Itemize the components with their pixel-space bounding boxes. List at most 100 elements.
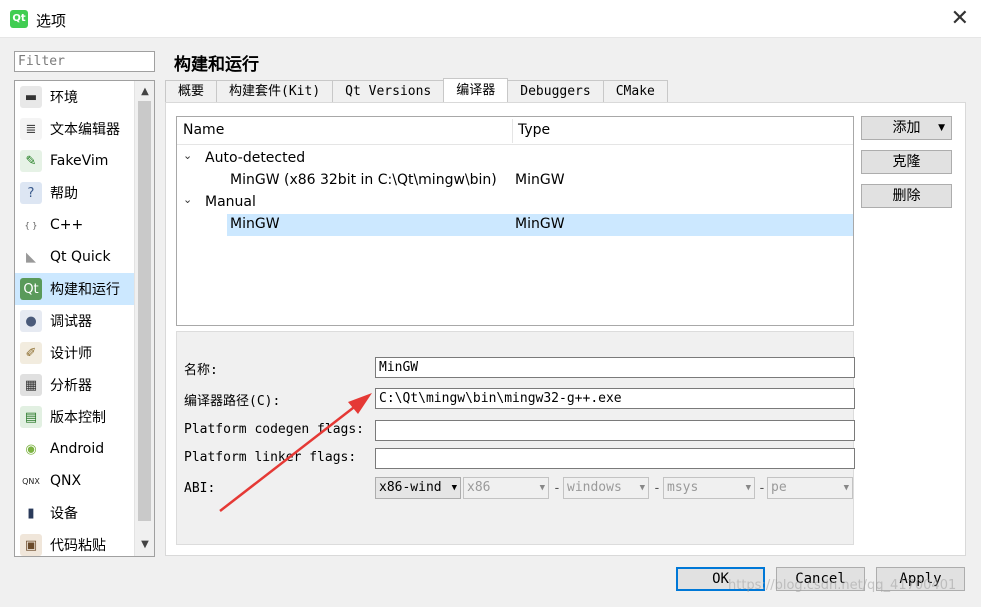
text-editor-icon: ≣ <box>20 118 42 140</box>
sidebar-item[interactable]: ? 帮助 <box>15 177 134 209</box>
abi-select[interactable]: x86-wind ▼ <box>375 477 461 499</box>
sidebar-item-label: QNX <box>50 473 82 489</box>
help-icon: ? <box>20 182 42 204</box>
code-paste-icon: ▣ <box>20 534 42 556</box>
clone-button[interactable]: 克隆 <box>861 150 952 174</box>
device-icon: ▮ <box>20 502 42 524</box>
name-field[interactable]: MinGW <box>375 357 855 378</box>
abi-os-select: windows ▼ <box>563 477 649 499</box>
compiler-type: MinGW <box>515 216 565 232</box>
abi-flavor-value: msys <box>667 480 699 495</box>
tab-qt-versions[interactable]: Qt Versions <box>332 80 445 102</box>
caret-down-icon: ▼ <box>938 123 945 133</box>
remove-button[interactable]: 删除 <box>861 184 952 208</box>
close-icon[interactable]: ✕ <box>951 6 969 31</box>
ok-button[interactable]: OK <box>676 567 765 591</box>
sidebar-item-label: 调试器 <box>50 314 92 330</box>
sidebar-item[interactable]: ● 调试器 <box>15 305 134 337</box>
abi-separator: - <box>653 481 661 496</box>
tree-header: Name Type <box>177 117 853 145</box>
qnx-icon: QNX <box>20 470 42 492</box>
sidebar-item[interactable]: ✎ FakeVim <box>15 145 134 177</box>
add-button-label: 添加 <box>892 120 921 136</box>
sidebar-list: ▬ 环境 ≣ 文本编辑器 ✎ FakeVim ? 帮助 { } C++ ◣ Qt Quick Qt 构建和… <box>15 81 134 556</box>
compiler-type: MinGW <box>515 172 565 188</box>
cancel-button[interactable]: Cancel <box>776 567 865 591</box>
sidebar-item[interactable]: ▤ 版本控制 <box>15 401 134 433</box>
options-sidebar: ▬ 环境 ≣ 文本编辑器 ✎ FakeVim ? 帮助 { } C++ ◣ Qt Quick Qt 构建和… <box>14 80 155 557</box>
scroll-up-icon[interactable]: ▲ <box>135 83 154 101</box>
caret-down-icon: ▼ <box>843 483 849 493</box>
tab-overview[interactable]: 概要 <box>165 80 218 102</box>
apply-button[interactable]: Apply <box>876 567 965 591</box>
abi-format-value: pe <box>771 480 787 495</box>
sidebar-scrollbar[interactable]: ▲ ▼ <box>134 81 154 556</box>
sidebar-item[interactable]: { } C++ <box>15 209 134 241</box>
abi-os-value: windows <box>567 480 622 495</box>
caret-down-icon: ▼ <box>451 483 457 493</box>
name-label: 名称: <box>184 363 218 378</box>
tree-row-selected[interactable]: MinGW MinGW <box>227 214 853 236</box>
chevron-down-icon[interactable]: ⌄ <box>183 193 192 206</box>
caret-down-icon: ▼ <box>539 483 545 493</box>
group-label: Auto-detected <box>205 150 306 166</box>
compiler-name: MinGW (x86 32bit in C:\Qt\mingw\bin) <box>230 172 497 188</box>
scroll-thumb[interactable] <box>138 101 151 521</box>
qt-quick-icon: ◣ <box>20 246 42 268</box>
column-separator <box>512 119 513 143</box>
abi-separator: - <box>758 481 766 496</box>
scroll-down-icon[interactable]: ▼ <box>135 536 154 554</box>
version-control-icon: ▤ <box>20 406 42 428</box>
linker-flags-label: Platform linker flags: <box>184 450 357 465</box>
sidebar-item-label: 代码粘贴 <box>50 538 106 554</box>
tab-compilers[interactable]: 编译器 <box>443 78 509 102</box>
compiler-path-field[interactable]: C:\Qt\mingw\bin\mingw32-g++.exe <box>375 388 855 409</box>
filter-input[interactable]: Filter <box>14 51 155 72</box>
sidebar-item-label: FakeVim <box>50 153 109 169</box>
abi-arch-select: x86 ▼ <box>463 477 549 499</box>
android-icon: ◉ <box>20 438 42 460</box>
compiler-details: 名称: MinGW 编译器路径(C): C:\Qt\mingw\bin\ming… <box>176 331 855 545</box>
compiler-tree: Name Type ⌄ Auto-detected MinGW (x86 32b… <box>176 116 854 326</box>
column-header-name[interactable]: Name <box>183 122 224 138</box>
caret-down-icon: ▼ <box>639 483 645 493</box>
tree-group-manual[interactable]: ⌄ Manual <box>177 192 853 214</box>
abi-separator: - <box>553 481 561 496</box>
linker-flags-field[interactable] <box>375 448 855 469</box>
abi-flavor-select: msys ▼ <box>663 477 755 499</box>
tab-kits[interactable]: 构建套件(Kit) <box>216 80 334 102</box>
sidebar-item-label: 版本控制 <box>50 410 106 426</box>
sidebar-item[interactable]: Qt 构建和运行 <box>15 273 134 305</box>
sidebar-item[interactable]: ◉ Android <box>15 433 134 465</box>
sidebar-item[interactable]: ≣ 文本编辑器 <box>15 113 134 145</box>
compiler-path-label: 编译器路径(C): <box>184 394 281 409</box>
sidebar-item[interactable]: ▬ 环境 <box>15 81 134 113</box>
qt-app-icon: Qt <box>10 10 28 28</box>
column-header-type[interactable]: Type <box>518 122 550 138</box>
sidebar-item[interactable]: ✐ 设计师 <box>15 337 134 369</box>
sidebar-item-label: 设计师 <box>50 346 92 362</box>
window-title: 选项 <box>36 12 67 30</box>
abi-select-value: x86-wind <box>379 480 442 495</box>
chevron-down-icon[interactable]: ⌄ <box>183 149 192 162</box>
tab-cmake[interactable]: CMake <box>602 80 668 102</box>
tree-row[interactable]: MinGW (x86 32bit in C:\Qt\mingw\bin) Min… <box>177 170 853 192</box>
sidebar-item-label: 环境 <box>50 90 78 106</box>
abi-label: ABI: <box>184 481 216 496</box>
build-run-icon: Qt <box>20 278 42 300</box>
monitor-icon: ▬ <box>20 86 42 108</box>
codegen-flags-field[interactable] <box>375 420 855 441</box>
sidebar-item[interactable]: ▣ 代码粘贴 <box>15 529 134 556</box>
sidebar-item[interactable]: ▦ 分析器 <box>15 369 134 401</box>
sidebar-item-label: Qt Quick <box>50 249 111 265</box>
add-button[interactable]: 添加 ▼ <box>861 116 952 140</box>
sidebar-item[interactable]: QNX QNX <box>15 465 134 497</box>
sidebar-item[interactable]: ▮ 设备 <box>15 497 134 529</box>
tree-group-auto-detected[interactable]: ⌄ Auto-detected <box>177 148 853 170</box>
fakevim-icon: ✎ <box>20 150 42 172</box>
sidebar-item-label: 构建和运行 <box>50 282 120 298</box>
sidebar-item[interactable]: ◣ Qt Quick <box>15 241 134 273</box>
analyzer-icon: ▦ <box>20 374 42 396</box>
tab-debuggers[interactable]: Debuggers <box>507 80 604 102</box>
compiler-name: MinGW <box>230 216 280 232</box>
